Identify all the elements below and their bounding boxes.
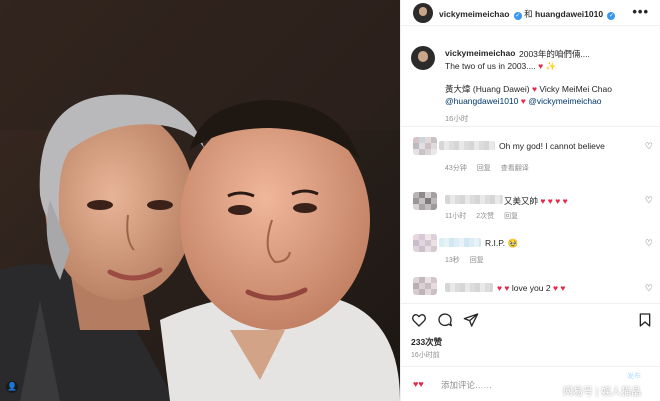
comment-text: 又美又帥 <box>504 196 539 206</box>
header-usernames: vickymeimeichao ✓ 和 huangdawei1010 ✓ <box>439 8 616 20</box>
commenter-username-blurred[interactable] <box>445 283 493 292</box>
comment-meta: 11小时 2次赞 回复 <box>445 211 526 221</box>
caption-tags: @huangdawei1010 ♥ @vickymeimeichao <box>445 96 602 106</box>
heart-emoji-icon: ♥ ♥ <box>497 283 510 293</box>
comment-text: R.I.P. <box>485 238 506 248</box>
comment-icon[interactable] <box>437 312 453 328</box>
post-timestamp: 16小时前 <box>411 352 440 359</box>
mention-link-huangdawei[interactable]: @huangdawei1010 <box>445 96 518 106</box>
post-photo[interactable]: 👤 <box>0 0 400 401</box>
more-horizontal-icon[interactable]: ••• <box>632 4 649 19</box>
photo-image <box>0 0 400 401</box>
heart-emoji-icon: ♥ <box>538 61 544 71</box>
caption-name2: Vicky MeiMei Chao <box>539 84 612 94</box>
caption-names: 黃大煒 (Huang Dawei) ♥ Vicky MeiMei Chao <box>445 83 612 95</box>
reply-button[interactable]: 回复 <box>504 213 518 220</box>
sparkle-emoji-icon: ✨ <box>545 61 557 71</box>
commenter-username-blurred[interactable] <box>439 141 495 150</box>
header-conjunction: 和 <box>524 9 533 19</box>
commenter-avatar[interactable] <box>413 277 437 295</box>
comment-like-heart-icon[interactable]: ♡ <box>645 238 653 249</box>
reply-button[interactable]: 回复 <box>470 257 484 264</box>
comment-like-heart-icon[interactable]: ♡ <box>645 195 653 206</box>
watermark: 网易号 | 娱人猫晶 <box>563 387 642 398</box>
post-comment-button[interactable]: 发布 <box>627 371 641 381</box>
commenter-username-blurred[interactable] <box>445 195 503 204</box>
translate-button[interactable]: 查看翻译 <box>501 165 529 172</box>
comment-text: Oh my god! I cannot believe <box>499 141 605 151</box>
tagged-users-icon[interactable]: 👤 <box>6 381 18 393</box>
comment-item: Oh my god! I cannot believe 43分钟 回复 查看翻译… <box>401 133 660 173</box>
verified-icon: ✓ <box>607 12 616 20</box>
commenter-avatar[interactable] <box>413 234 437 252</box>
caption-username[interactable]: vickymeimeichao <box>445 48 515 58</box>
comment-text: love you 2 <box>511 283 551 293</box>
header-user1[interactable]: vickymeimeichao <box>439 9 509 19</box>
heart-emoji-icon: ♥ <box>531 84 537 94</box>
reply-button[interactable]: 回复 <box>477 165 491 172</box>
bookmark-icon[interactable] <box>637 312 653 328</box>
comment-meta: 13秒 回复 <box>445 255 492 265</box>
comment-item: 又美又帥 ♥ ♥ ♥ ♥ 11小时 2次赞 回复 ♡ <box>401 188 660 228</box>
heart-icon[interactable] <box>411 312 427 328</box>
caption-name1: 黃大煒 (Huang Dawei) <box>445 84 530 94</box>
add-comment-bar: ♥♥ 添加评论…… 发布 网易号 | 娱人猫晶 <box>401 366 660 401</box>
commenter-username-blurred[interactable] <box>439 238 481 247</box>
comment-text-group: ♥ ♥ love you 2 ♥ ♥ <box>497 283 565 293</box>
comment-likes-count[interactable]: 2次赞 <box>476 213 494 220</box>
post-caption: vickymeimeichao 2003年的咱們倆.... The two of… <box>401 27 660 127</box>
comment-time: 43分钟 <box>445 165 467 172</box>
comment-like-heart-icon[interactable]: ♡ <box>645 283 653 294</box>
post-side-panel: vickymeimeichao ✓ 和 huangdawei1010 ✓ •••… <box>400 0 660 401</box>
commenter-avatar[interactable] <box>413 137 437 155</box>
comment-item: ♥ ♥ love you 2 ♥ ♥ ♡ <box>401 275 660 301</box>
send-icon[interactable] <box>463 312 479 328</box>
author-avatar[interactable] <box>413 3 433 23</box>
emoji-picker-icon[interactable]: ♥♥ <box>413 379 424 389</box>
crying-emoji-icon: 🥹 <box>507 238 519 248</box>
header-user2[interactable]: huangdawei1010 <box>535 9 603 19</box>
comment-time: 11小时 <box>445 213 467 220</box>
caption-timestamp: 16小时 <box>445 114 469 123</box>
comment-text-group: R.I.P. 🥹 <box>485 238 518 249</box>
comment-meta: 43分钟 回复 查看翻译 <box>445 163 537 173</box>
likes-count[interactable]: 233次赞 <box>411 336 442 348</box>
verified-icon: ✓ <box>513 12 522 20</box>
post-header: vickymeimeichao ✓ 和 huangdawei1010 ✓ ••• <box>401 0 660 26</box>
comment-time: 13秒 <box>445 257 460 264</box>
commenter-avatar[interactable] <box>413 192 437 210</box>
post-action-bar <box>401 303 660 333</box>
comment-item: R.I.P. 🥹 13秒 回复 ♡ <box>401 231 660 271</box>
heart-emoji-icon: ♥ <box>520 96 526 106</box>
comment-like-heart-icon[interactable]: ♡ <box>645 141 653 152</box>
comment-input[interactable]: 添加评论…… <box>441 379 492 391</box>
caption-avatar[interactable] <box>411 46 435 70</box>
mention-link-vicky[interactable]: @vickymeimeichao <box>528 96 601 106</box>
heart-emoji-icon: ♥ ♥ <box>552 283 566 293</box>
heart-emoji-icon: ♥ ♥ ♥ ♥ <box>540 196 568 206</box>
caption-text-line2: The two of us in 2003.... ♥ ✨ <box>445 61 556 72</box>
comment-text-group: 又美又帥 ♥ ♥ ♥ ♥ <box>504 195 568 207</box>
caption-text-line1: 2003年的咱們倆.... <box>519 49 590 59</box>
caption-text-line2-text: The two of us in 2003.... <box>445 61 536 71</box>
